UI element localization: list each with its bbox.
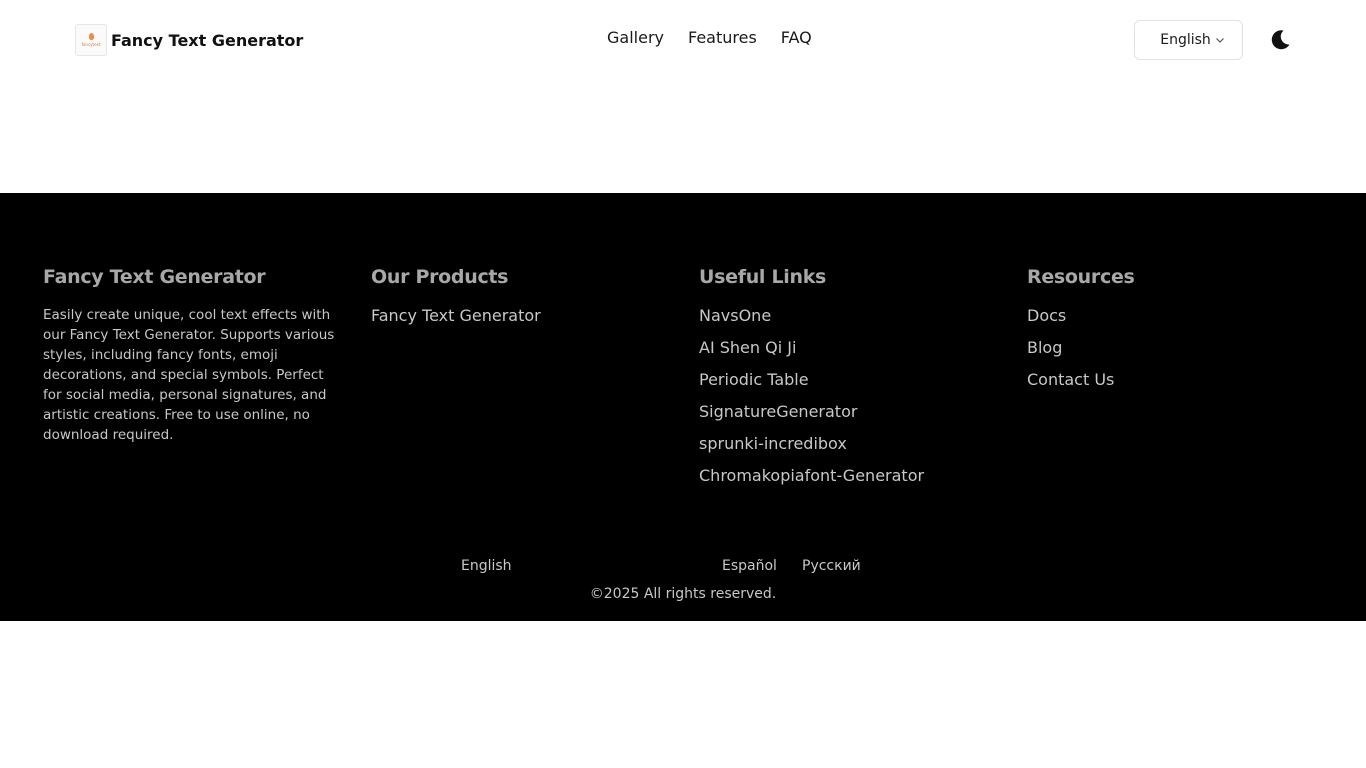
nav-features[interactable]: Features	[688, 28, 757, 47]
footer-useful-links-title: Useful Links	[699, 266, 827, 288]
footer-lang-english[interactable]: English	[461, 558, 512, 574]
brand-name: Fancy Text Generator	[111, 30, 304, 50]
footer-lang-russian[interactable]: Русский	[802, 558, 861, 574]
footer-link-fancy-text-generator[interactable]: Fancy Text Generator	[371, 306, 541, 326]
language-select[interactable]: English	[1134, 20, 1243, 60]
footer-products: Our Products Fancy Text Generator	[371, 266, 541, 338]
footer-link-periodic-table[interactable]: Periodic Table	[699, 370, 924, 390]
chevron-down-icon	[1215, 38, 1224, 43]
footer-link-navsone[interactable]: NavsOne	[699, 306, 924, 326]
footer-about: Fancy Text Generator Easily create uniqu…	[43, 266, 343, 445]
language-select-label: English	[1160, 32, 1211, 48]
footer-language-links: English Español Русский	[0, 558, 1366, 578]
nav-gallery[interactable]: Gallery	[607, 28, 664, 47]
footer-link-docs[interactable]: Docs	[1027, 306, 1135, 326]
site-footer: Fancy Text Generator Easily create uniqu…	[0, 193, 1366, 621]
moon-icon[interactable]	[1268, 28, 1292, 52]
nav-faq[interactable]: FAQ	[781, 28, 812, 47]
footer-link-sprunki-incredibox[interactable]: sprunki-incredibox	[699, 434, 924, 454]
footer-link-signature-generator[interactable]: SignatureGenerator	[699, 402, 924, 422]
footer-products-title: Our Products	[371, 266, 509, 288]
footer-about-description: Easily create unique, cool text effects …	[43, 307, 335, 443]
footer-about-title: Fancy Text Generator	[43, 266, 266, 288]
footer-useful-links: Useful Links NavsOne AI Shen Qi Ji Perio…	[699, 266, 924, 498]
footer-link-contact-us[interactable]: Contact Us	[1027, 370, 1135, 390]
footer-link-ai-shen-qi-ji[interactable]: AI Shen Qi Ji	[699, 338, 924, 358]
flame-icon	[88, 33, 94, 40]
logo-tiny-text: fancytext	[81, 42, 101, 47]
copyright: ©2025 All rights reserved.	[589, 586, 777, 602]
footer-link-blog[interactable]: Blog	[1027, 338, 1135, 358]
logo-image: fancytext	[75, 24, 107, 56]
brand-logo-link[interactable]: fancytext Fancy Text Generator	[75, 24, 303, 56]
footer-lang-espanol[interactable]: Español	[722, 558, 777, 574]
footer-link-chromakopiafont-generator[interactable]: Chromakopiafont-Generator	[699, 466, 924, 486]
site-header: fancytext Fancy Text Generator Gallery F…	[0, 0, 1366, 80]
main-nav: Gallery Features FAQ	[607, 28, 836, 47]
footer-resources-title: Resources	[1027, 266, 1135, 288]
footer-resources: Resources Docs Blog Contact Us	[1027, 266, 1135, 402]
